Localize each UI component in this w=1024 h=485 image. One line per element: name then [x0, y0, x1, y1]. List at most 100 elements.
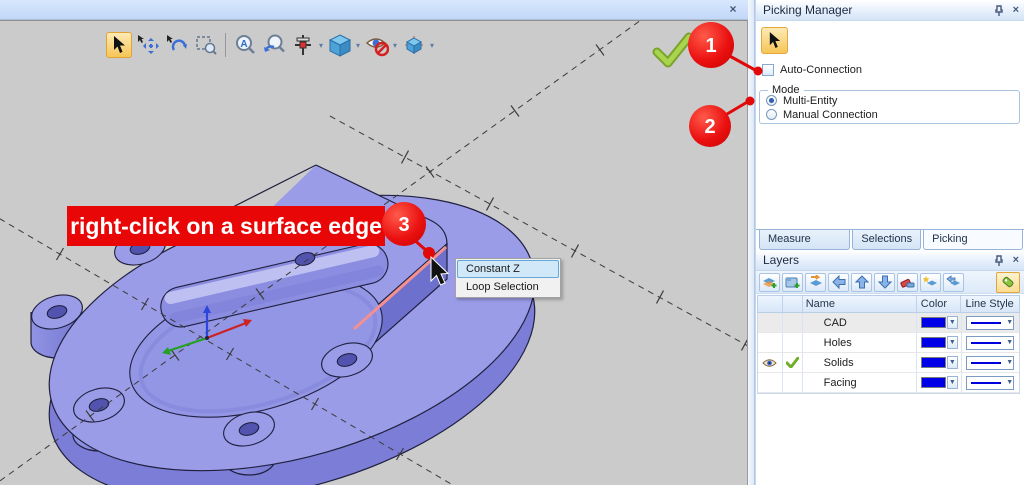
visible-cell[interactable]	[758, 373, 783, 392]
mode-option-multi-entity[interactable]: Multi-Entity	[766, 94, 837, 107]
main-area: × A ▾ ▾ ▾ ▾ right-click on a surface edg…	[0, 0, 748, 485]
auto-connection-checkbox[interactable]	[762, 64, 774, 76]
color-swatch[interactable]	[920, 377, 946, 388]
add-layer-group-button[interactable]	[782, 272, 803, 292]
merge-layer-button[interactable]	[943, 272, 964, 292]
col-name: Name	[803, 296, 917, 312]
view-cube-dropdown-icon[interactable]: ▾	[356, 41, 360, 50]
toolbar-separator	[225, 33, 226, 57]
rotate-tool-button[interactable]	[164, 32, 190, 58]
col-visible	[758, 296, 783, 312]
multi-entity-label: Multi-Entity	[783, 94, 838, 107]
line-style-dropdown-icon[interactable]: ▼	[1006, 319, 1013, 326]
copy-to-layer-button[interactable]	[920, 272, 941, 292]
pin-icon[interactable]	[994, 4, 1004, 17]
hide-dropdown-icon[interactable]: ▾	[393, 41, 397, 50]
auto-connection-label: Auto-Connection	[780, 64, 862, 76]
color-swatch[interactable]	[920, 337, 946, 348]
color-swatch[interactable]	[920, 357, 946, 368]
active-cell[interactable]	[783, 353, 803, 372]
zoom-window-tool-button[interactable]	[193, 32, 219, 58]
visible-eye-icon[interactable]	[762, 358, 778, 368]
context-menu-item-constant-z[interactable]: Constant Z	[457, 260, 559, 278]
line-style-combo[interactable]: ▼	[966, 315, 1015, 330]
move-up-button[interactable]	[851, 272, 872, 292]
visible-cell[interactable]	[758, 353, 783, 372]
visible-cell[interactable]	[758, 333, 783, 352]
layers-title: Layers	[763, 253, 800, 267]
layer-row-facing[interactable]: Facing ▼ ▼	[758, 373, 1019, 393]
line-style-preview	[971, 321, 1002, 324]
assign-layer-button[interactable]	[805, 272, 826, 292]
add-layer-button[interactable]	[759, 272, 780, 292]
tab-measure-entity[interactable]: Measure Entity	[759, 230, 851, 263]
color-tag-button[interactable]	[996, 271, 1020, 293]
layer-color-cell[interactable]: ▼	[917, 373, 962, 392]
annotation-banner: right-click on a surface edge	[67, 206, 385, 246]
layer-row-solids[interactable]: Solids ▼ ▼	[758, 353, 1019, 373]
layer-linestyle-cell[interactable]: ▼	[962, 373, 1020, 392]
layer-color-cell[interactable]: ▼	[917, 353, 962, 372]
active-cell[interactable]	[783, 373, 803, 392]
shaded-cube-dropdown-icon[interactable]: ▾	[430, 41, 434, 50]
picking-manager-title: Picking Manager	[763, 3, 853, 17]
zoom-previous-button[interactable]	[261, 32, 287, 58]
layer-linestyle-cell[interactable]: ▼	[962, 353, 1020, 372]
line-style-dropdown-icon[interactable]: ▼	[1006, 379, 1013, 386]
layers-toolbar	[756, 271, 1024, 294]
visible-cell[interactable]	[758, 313, 783, 332]
color-swatch[interactable]	[920, 317, 946, 328]
active-cell[interactable]	[783, 313, 803, 332]
layer-row-holes[interactable]: Holes ▼ ▼	[758, 333, 1019, 353]
select-tool-button[interactable]	[106, 32, 132, 58]
radio-selected-icon[interactable]	[766, 95, 777, 106]
panel-splitter[interactable]	[748, 0, 755, 485]
origin-dropdown-icon[interactable]: ▾	[319, 41, 323, 50]
radio-unselected-icon[interactable]	[766, 109, 777, 120]
pick-tool-button[interactable]	[761, 27, 788, 54]
zoom-all-button[interactable]: A	[232, 32, 258, 58]
color-dropdown-icon[interactable]: ▼	[946, 316, 958, 329]
erase-layer-button[interactable]	[897, 272, 918, 292]
line-style-preview	[971, 381, 1002, 384]
col-active	[783, 296, 803, 312]
move-left-button[interactable]	[828, 272, 849, 292]
layer-linestyle-cell[interactable]: ▼	[962, 333, 1020, 352]
3d-viewport[interactable]: A ▾ ▾ ▾ ▾ right-click on a surface edge …	[0, 20, 748, 485]
active-check-icon[interactable]	[785, 357, 799, 368]
tab-picking-manager[interactable]: Picking Manager	[923, 230, 1023, 263]
pan-tool-button[interactable]	[135, 32, 161, 58]
confirm-check-icon[interactable]	[652, 32, 694, 68]
cad-model-canvas[interactable]	[0, 21, 748, 485]
hide-entities-button[interactable]	[364, 32, 390, 58]
line-style-preview	[971, 341, 1002, 344]
layer-row-cad[interactable]: CAD ▼ ▼	[758, 313, 1019, 333]
view-cube-button[interactable]	[327, 32, 353, 58]
line-style-dropdown-icon[interactable]: ▼	[1006, 339, 1013, 346]
active-cell[interactable]	[783, 333, 803, 352]
auto-connection-row: Auto-Connection	[762, 64, 862, 76]
layer-name: Solids	[803, 353, 917, 372]
pin-icon[interactable]	[994, 254, 1004, 267]
line-style-combo[interactable]: ▼	[966, 375, 1015, 390]
color-dropdown-icon[interactable]: ▼	[946, 356, 958, 369]
color-dropdown-icon[interactable]: ▼	[946, 376, 958, 389]
layer-linestyle-cell[interactable]: ▼	[962, 313, 1020, 332]
mode-option-manual-connection[interactable]: Manual Connection	[766, 108, 878, 121]
manual-connection-label: Manual Connection	[783, 108, 878, 121]
line-style-dropdown-icon[interactable]: ▼	[1006, 359, 1013, 366]
layer-color-cell[interactable]: ▼	[917, 333, 962, 352]
tab-selections[interactable]: Selections	[852, 230, 922, 250]
context-menu-item-loop-selection[interactable]: Loop Selection	[457, 278, 559, 296]
layer-color-cell[interactable]: ▼	[917, 313, 962, 332]
line-style-combo[interactable]: ▼	[966, 355, 1015, 370]
origin-tool-button[interactable]	[290, 32, 316, 58]
move-down-button[interactable]	[874, 272, 895, 292]
right-dock-panel: Picking Manager × Auto-Connection Mode M…	[755, 0, 1024, 485]
close-panel-icon[interactable]: ×	[1013, 254, 1019, 267]
line-style-combo[interactable]: ▼	[966, 335, 1015, 350]
shaded-cube-button[interactable]	[401, 32, 427, 58]
color-dropdown-icon[interactable]: ▼	[946, 336, 958, 349]
close-panel-icon[interactable]: ×	[1013, 4, 1019, 17]
viewport-close-icon[interactable]: ×	[726, 2, 740, 16]
